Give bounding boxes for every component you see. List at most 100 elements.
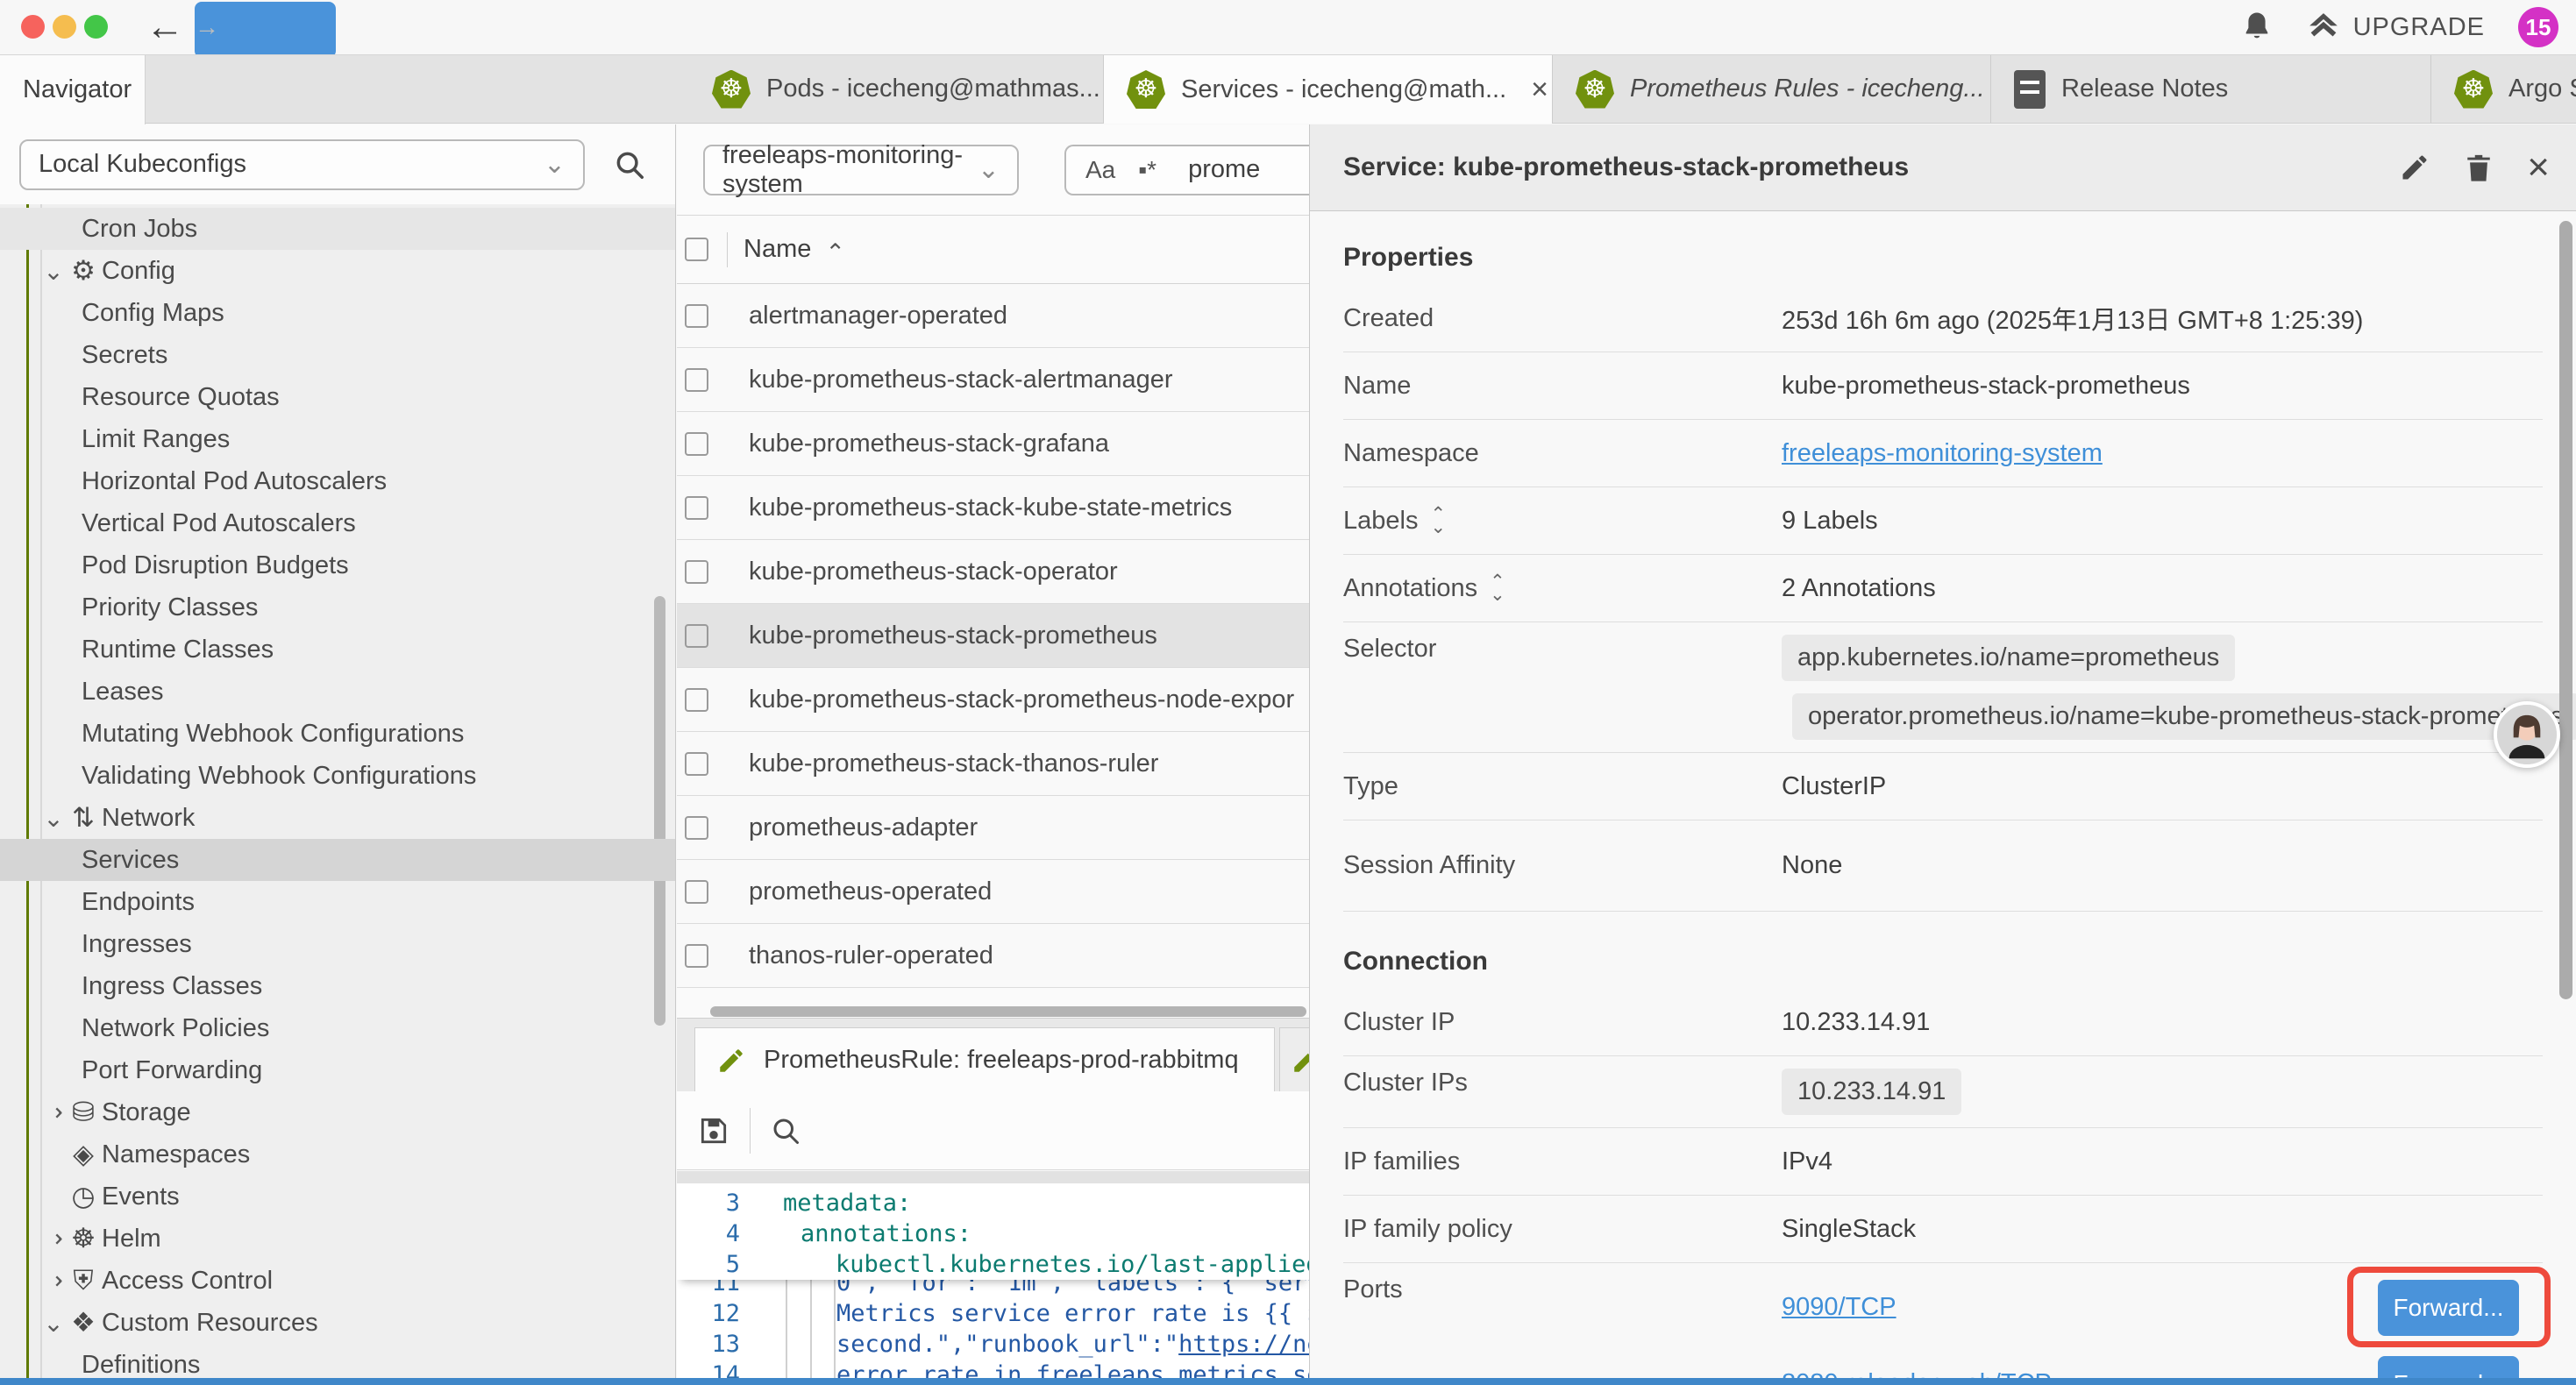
- save-icon[interactable]: [697, 1114, 730, 1147]
- sidebar-item[interactable]: Cron Jobs: [0, 208, 675, 250]
- sidebar-item[interactable]: ⌄ ⚙ Config: [0, 250, 675, 292]
- table-row[interactable]: kube-prometheus-stack-thanos-ruler: [677, 732, 1309, 796]
- table-row[interactable]: kube-prometheus-stack-alertmanager: [677, 348, 1309, 412]
- search-input[interactable]: Aa ▪* prome: [1064, 145, 1309, 195]
- sidebar-item[interactable]: ⌄ ⇅ Network: [0, 797, 675, 839]
- sidebar-item[interactable]: ⌄ ☸ Helm: [0, 1218, 675, 1260]
- sidebar-item[interactable]: ⌄ ⛁ Storage: [0, 1091, 675, 1133]
- app-tab[interactable]: ☸ Services - icecheng@math... ×: [1104, 55, 1553, 124]
- chevron-down-icon[interactable]: ⌄: [39, 804, 68, 833]
- property-value: 10.233.14.91: [1782, 1008, 1930, 1037]
- sidebar-item[interactable]: Horizontal Pod Autoscalers: [0, 460, 675, 502]
- sidebar-item[interactable]: Mutating Webhook Configurations: [0, 713, 675, 755]
- editor-search-icon[interactable]: [770, 1115, 801, 1147]
- row-checkbox[interactable]: [685, 816, 708, 840]
- app-tab[interactable]: ☸ Argo Se: [2431, 55, 2576, 123]
- table-row[interactable]: kube-prometheus-stack-grafana: [677, 412, 1309, 476]
- chevron-right-icon[interactable]: ⌄: [39, 1266, 68, 1296]
- row-checkbox[interactable]: [685, 304, 708, 328]
- window-zoom-button[interactable]: [84, 15, 108, 39]
- namespace-link[interactable]: freeleaps-monitoring-system: [1782, 439, 2103, 468]
- window-close-button[interactable]: [21, 15, 45, 39]
- edit-pencil-icon[interactable]: [2399, 152, 2430, 183]
- port-link[interactable]: 9090/TCP: [1782, 1293, 1896, 1322]
- table-row[interactable]: prometheus-operated: [677, 860, 1309, 924]
- tab-navigator[interactable]: Navigator: [0, 55, 146, 124]
- match-case-icon[interactable]: Aa: [1085, 156, 1115, 184]
- sidebar-item[interactable]: Runtime Classes: [0, 629, 675, 671]
- sidebar-item[interactable]: ⌄ ❖ Custom Resources: [0, 1302, 675, 1344]
- table-row[interactable]: kube-prometheus-stack-kube-state-metrics: [677, 476, 1309, 540]
- sidebar-item[interactable]: Services: [0, 839, 675, 881]
- detail-scrollbar[interactable]: [2559, 221, 2572, 999]
- chevron-down-icon[interactable]: ⌄: [39, 1309, 68, 1338]
- namespace-selector[interactable]: freeleaps-monitoring-system ⌄: [703, 145, 1019, 195]
- sidebar-item[interactable]: Ingresses: [0, 923, 675, 965]
- editor-tab[interactable]: PrometheusRule: freeleaps-prod-rabbitmq: [694, 1027, 1275, 1092]
- property-label: Cluster IPs: [1343, 1069, 1468, 1097]
- search-icon[interactable]: [613, 148, 646, 181]
- app-tab[interactable]: ☸ Prometheus Rules - icecheng...: [1553, 55, 1991, 123]
- kubeconfig-selector-value: Local Kubeconfigs: [39, 150, 246, 179]
- sidebar-item[interactable]: Priority Classes: [0, 586, 675, 629]
- sidebar-item[interactable]: ◷ Events: [0, 1175, 675, 1218]
- sidebar-item-label: Helm: [102, 1225, 161, 1254]
- table-row[interactable]: kube-prometheus-stack-prometheus-node-ex…: [677, 668, 1309, 732]
- sidebar-item[interactable]: Config Maps: [0, 292, 675, 334]
- row-checkbox[interactable]: [685, 944, 708, 968]
- row-checkbox[interactable]: [685, 752, 708, 776]
- app-tab[interactable]: Release Notes: [1991, 55, 2431, 123]
- editor-tab-partial[interactable]: [1279, 1027, 1309, 1092]
- sidebar-item[interactable]: Vertical Pod Autoscalers: [0, 502, 675, 544]
- sidebar-item[interactable]: ⌄ ⛨ Access Control: [0, 1260, 675, 1302]
- sidebar-item[interactable]: Endpoints: [0, 881, 675, 923]
- regex-icon[interactable]: ▪*: [1138, 156, 1156, 184]
- yaml-editor[interactable]: 110", "for": "1m", "labels": { "service"…: [677, 1183, 1309, 1385]
- window-minimize-button[interactable]: [53, 15, 76, 39]
- row-checkbox[interactable]: [685, 624, 708, 648]
- select-all-checkbox[interactable]: [685, 238, 708, 261]
- row-checkbox[interactable]: [685, 496, 708, 520]
- kubernetes-icon: ☸: [1576, 70, 1614, 109]
- row-checkbox[interactable]: [685, 432, 708, 456]
- table-row[interactable]: kube-prometheus-stack-operator: [677, 540, 1309, 604]
- trash-icon[interactable]: [2464, 151, 2494, 184]
- sidebar-item[interactable]: Ingress Classes: [0, 965, 675, 1007]
- sort-asc-icon[interactable]: ⌃: [825, 239, 845, 266]
- table-row[interactable]: prometheus-adapter: [677, 796, 1309, 860]
- row-checkbox[interactable]: [685, 560, 708, 584]
- sort-toggle-icon[interactable]: [1490, 575, 1505, 601]
- app-tab[interactable]: ☸ Pods - icecheng@mathmas...: [689, 55, 1104, 123]
- sidebar-item[interactable]: Leases: [0, 671, 675, 713]
- chevron-right-icon[interactable]: ⌄: [39, 1224, 68, 1254]
- sidebar-item[interactable]: Port Forwarding: [0, 1049, 675, 1091]
- sidebar-item[interactable]: Validating Webhook Configurations: [0, 755, 675, 797]
- close-panel-icon[interactable]: ×: [2527, 150, 2550, 185]
- sidebar-item[interactable]: Resource Quotas: [0, 376, 675, 418]
- name-column-header[interactable]: Name: [744, 235, 811, 264]
- table-row[interactable]: thanos-ruler-operated: [677, 924, 1309, 988]
- sidebar-item[interactable]: Pod Disruption Budgets: [0, 544, 675, 586]
- chevron-right-icon[interactable]: ⌄: [39, 1097, 68, 1127]
- user-avatar[interactable]: [2494, 701, 2560, 768]
- back-arrow-icon[interactable]: ←: [146, 2, 184, 53]
- kubeconfig-selector[interactable]: Local Kubeconfigs ⌄: [19, 139, 585, 190]
- bell-icon[interactable]: [2241, 10, 2273, 45]
- row-checkbox[interactable]: [685, 688, 708, 712]
- sidebar-item[interactable]: ◈ Namespaces: [0, 1133, 675, 1175]
- sidebar-item[interactable]: Network Policies: [0, 1007, 675, 1049]
- row-checkbox[interactable]: [685, 880, 708, 904]
- sort-toggle-icon[interactable]: [1430, 508, 1446, 534]
- notifications-badge[interactable]: 15: [2518, 7, 2558, 47]
- chevron-down-icon[interactable]: ⌄: [39, 257, 68, 286]
- property-value: None: [1782, 851, 1842, 880]
- table-row[interactable]: kube-prometheus-stack-prometheus: [677, 604, 1309, 668]
- sidebar-item[interactable]: Secrets: [0, 334, 675, 376]
- row-checkbox[interactable]: [685, 368, 708, 392]
- upgrade-button[interactable]: UPGRADE: [2306, 10, 2485, 45]
- table-row[interactable]: alertmanager-operated: [677, 284, 1309, 348]
- close-tab-icon[interactable]: ×: [1531, 73, 1548, 107]
- sidebar-item[interactable]: Limit Ranges: [0, 418, 675, 460]
- horizontal-scrollbar[interactable]: [710, 1006, 1306, 1017]
- selector-chip: app.kubernetes.io/name=prometheus: [1782, 635, 2235, 681]
